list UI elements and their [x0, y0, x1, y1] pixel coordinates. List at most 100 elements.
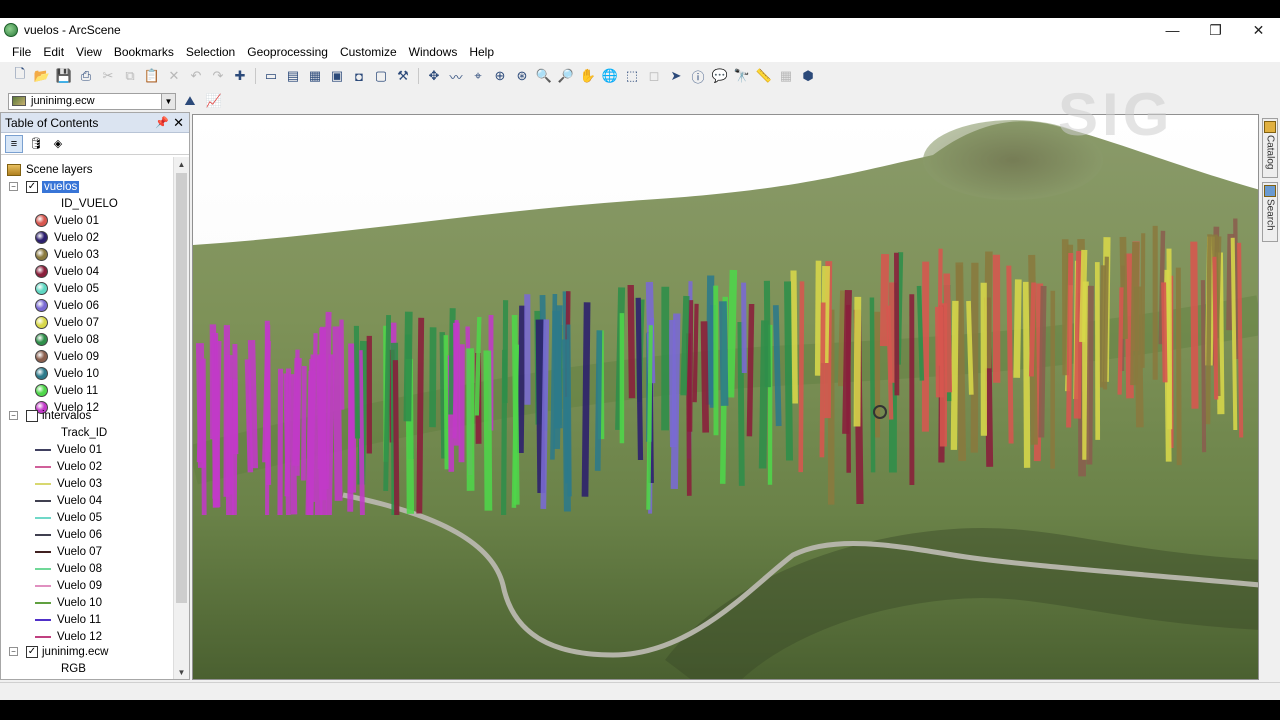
legend-item[interactable]: Vuelo 07 — [35, 543, 102, 560]
close-icon[interactable]: ✕ — [173, 115, 184, 131]
scene-properties-icon[interactable]: ▭ — [261, 66, 281, 86]
navigate-icon[interactable]: ✥ — [424, 66, 444, 86]
legend-item[interactable]: Vuelo 05 — [35, 280, 99, 297]
menu-help[interactable]: Help — [463, 45, 500, 59]
animation-icon[interactable]: ▦ — [776, 66, 796, 86]
cut-icon[interactable]: ✂ — [98, 66, 118, 86]
scroll-down-icon[interactable]: ▼ — [174, 665, 189, 679]
legend-item[interactable]: Vuelo 03 — [35, 475, 102, 492]
menu-customize[interactable]: Customize — [334, 45, 403, 59]
model-builder-icon[interactable]: ▢ — [371, 66, 391, 86]
intervalos-layer-label[interactable]: intervalos — [42, 410, 91, 422]
redo-icon[interactable]: ↷ — [208, 66, 228, 86]
layer-selector-dropdown[interactable]: juninimg.ecw ▼ — [8, 92, 176, 110]
tools-dropdown-icon[interactable]: ⚒ — [393, 66, 413, 86]
pan-icon[interactable]: ✋ — [578, 66, 598, 86]
legend-item[interactable]: Vuelo 02 — [35, 458, 102, 475]
full-extent-icon[interactable]: 🌐 — [600, 66, 620, 86]
zoom-in-icon[interactable]: 🔍 — [534, 66, 554, 86]
close-button[interactable]: ✕ — [1237, 18, 1280, 42]
menu-selection[interactable]: Selection — [180, 45, 241, 59]
toc-scrollbar[interactable]: ▲ ▼ — [173, 157, 189, 679]
minimize-button[interactable]: — — [1151, 18, 1194, 42]
legend-item[interactable]: Vuelo 09 — [35, 348, 99, 365]
legend-item[interactable]: Vuelo 08 — [35, 331, 99, 348]
3d-scene-viewer[interactable] — [192, 114, 1259, 680]
zoom-out-icon[interactable]: 🔎 — [556, 66, 576, 86]
menu-bookmarks[interactable]: Bookmarks — [108, 45, 180, 59]
delete-icon[interactable]: ✕ — [164, 66, 184, 86]
legend-item[interactable]: Vuelo 04 — [35, 492, 102, 509]
html-popup-icon[interactable]: 💬 — [710, 66, 730, 86]
print-icon[interactable]: ⎙ — [76, 66, 96, 86]
menu-view[interactable]: View — [70, 45, 108, 59]
scroll-up-icon[interactable]: ▲ — [174, 157, 189, 171]
menu-windows[interactable]: Windows — [403, 45, 464, 59]
maximize-button[interactable]: ❐ — [1194, 18, 1237, 42]
select-elements-icon[interactable]: ➤ — [666, 66, 686, 86]
open-folder-icon[interactable]: 📂 — [32, 66, 52, 86]
search-tab[interactable]: Search — [1262, 182, 1278, 242]
menu-edit[interactable]: Edit — [37, 45, 70, 59]
legend-item[interactable]: Vuelo 10 — [35, 594, 102, 611]
list-by-drawing-order-icon[interactable]: ≡ — [5, 134, 23, 153]
profile-graph-icon[interactable]: 📈 — [204, 91, 224, 111]
legend-item[interactable]: Vuelo 01 — [35, 212, 99, 229]
legend-item[interactable]: Vuelo 04 — [35, 263, 99, 280]
juninimg-layer-label[interactable]: juninimg.ecw — [42, 646, 108, 658]
legend-item[interactable]: Vuelo 08 — [35, 560, 102, 577]
legend-item[interactable]: Vuelo 10 — [35, 365, 99, 382]
collapse-icon[interactable]: − — [9, 647, 18, 656]
legend-item[interactable]: Vuelo 01 — [35, 441, 102, 458]
new-document-icon[interactable]: 🗋 — [10, 66, 30, 86]
scene-layers-root[interactable]: Scene layers — [7, 161, 92, 178]
legend-item[interactable]: Vuelo 02 — [35, 229, 99, 246]
juninimg-layer-row[interactable]: − ✓ juninimg.ecw — [9, 643, 108, 660]
legend-item[interactable]: Vuelo 07 — [35, 314, 99, 331]
vuelos-visibility-checkbox[interactable]: ✓ — [26, 180, 38, 193]
menu-file[interactable]: File — [6, 45, 37, 59]
arctoolbox-icon[interactable]: ▣ — [327, 66, 347, 86]
save-icon[interactable]: 💾 — [54, 66, 74, 86]
legend-item[interactable]: Vuelo 11 — [35, 382, 98, 399]
python-window-icon[interactable]: ◘ — [349, 66, 369, 86]
clear-selection-icon[interactable]: ◻ — [644, 66, 664, 86]
vuelos-layer-label[interactable]: vuelos — [42, 180, 80, 193]
select-features-icon[interactable]: ⬚ — [622, 66, 642, 86]
catalog-tab[interactable]: Catalog — [1262, 118, 1278, 178]
table-of-contents-icon[interactable]: ▤ — [283, 66, 303, 86]
pin-icon[interactable]: 📌 — [155, 116, 169, 129]
identify-icon[interactable]: ⓘ — [688, 66, 708, 86]
intervalos-visibility-checkbox[interactable] — [26, 409, 38, 422]
zoom-to-target-icon[interactable]: ⊕ — [490, 66, 510, 86]
target-center-icon[interactable]: ⌖ — [468, 66, 488, 86]
scroll-thumb[interactable] — [176, 173, 187, 603]
menu-geoprocessing[interactable]: Geoprocessing — [241, 45, 334, 59]
chevron-down-icon[interactable]: ▼ — [161, 93, 175, 109]
collapse-icon[interactable]: − — [9, 182, 18, 191]
legend-item[interactable]: Vuelo 11 — [35, 611, 101, 628]
vuelos-layer-row[interactable]: − ✓ vuelos — [9, 178, 80, 195]
list-by-source-icon[interactable]: 🛢 — [27, 135, 45, 153]
undo-icon[interactable]: ↶ — [186, 66, 206, 86]
flight-pole — [448, 308, 456, 415]
add-data-icon[interactable]: ✚ — [230, 66, 250, 86]
interpolate-line-icon[interactable]: ⛰ — [180, 91, 200, 111]
paste-icon[interactable]: 📋 — [142, 66, 162, 86]
intervalos-layer-row[interactable]: − intervalos — [9, 407, 91, 424]
fly-icon[interactable]: 〰 — [446, 66, 466, 86]
catalog-window-icon[interactable]: ▦ — [305, 66, 325, 86]
measure-icon[interactable]: 📏 — [754, 66, 774, 86]
set-observer-icon[interactable]: ⊛ — [512, 66, 532, 86]
legend-item[interactable]: Vuelo 09 — [35, 577, 102, 594]
juninimg-visibility-checkbox[interactable]: ✓ — [26, 645, 38, 658]
copy-icon[interactable]: ⧉ — [120, 66, 140, 86]
legend-item[interactable]: Vuelo 06 — [35, 297, 99, 314]
list-by-visibility-icon[interactable]: ◈ — [49, 135, 67, 153]
find-icon[interactable]: 🔭 — [732, 66, 752, 86]
legend-item[interactable]: Vuelo 06 — [35, 526, 102, 543]
collapse-icon[interactable]: − — [9, 411, 18, 420]
legend-item[interactable]: Vuelo 05 — [35, 509, 102, 526]
legend-item[interactable]: Vuelo 03 — [35, 246, 99, 263]
scene-navigation-icon[interactable]: ⬢ — [798, 66, 818, 86]
